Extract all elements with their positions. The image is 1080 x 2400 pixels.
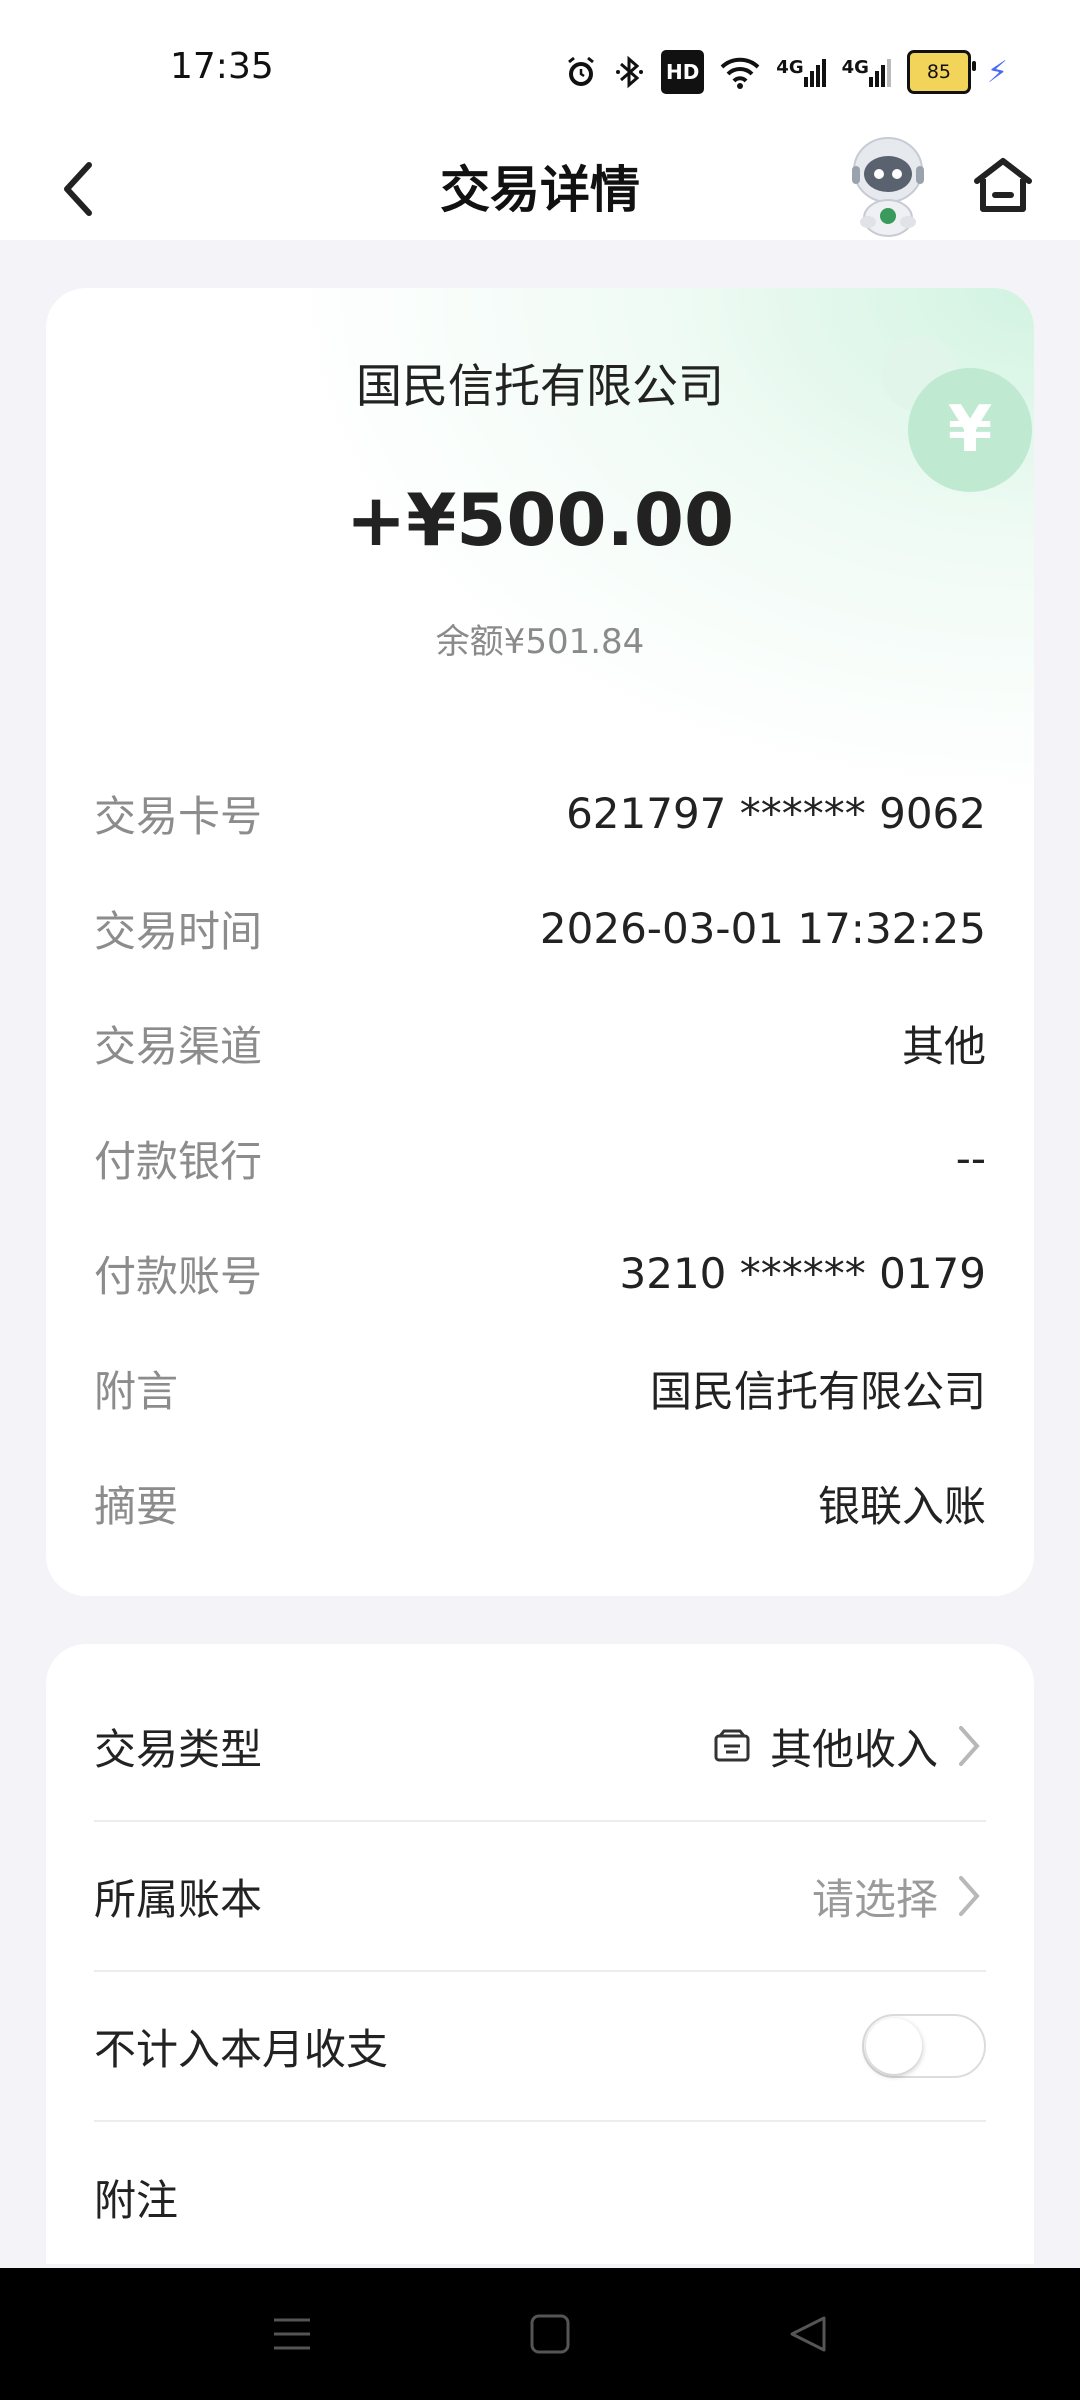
chevron-right-icon [956,1874,986,1918]
detail-row-time: 交易时间 2026-03-01 17:32:25 [94,871,986,986]
bluetooth-icon [615,50,645,94]
status-time: 17:35 [170,46,274,87]
wifi-icon [720,50,760,94]
system-nav-bar [0,2268,1080,2400]
detail-label: 交易卡号 [94,792,263,841]
status-bar: 17:35 HD 4G 4G 85 ⚡ [0,0,1080,140]
home-nav-button[interactable] [520,2304,580,2364]
detail-label: 交易渠道 [94,1022,263,1071]
signal-4g-icon-2: 4G [842,50,891,94]
home-icon [974,158,1032,212]
detail-row-summary: 摘要 银联入账 [94,1446,986,1561]
account-book-label: 所属账本 [94,1874,263,1924]
detail-value: 621797 ****** 9062 [566,789,986,838]
transaction-type-row[interactable]: 交易类型 其他收入 [94,1672,986,1822]
detail-row-payer-account: 付款账号 3210 ****** 0179 [94,1216,986,1331]
signal-4g-icon-1: 4G [776,50,826,94]
battery-icon: 85 [906,50,976,94]
menu-icon [274,2318,310,2350]
balance-text: 余额¥501.84 [435,622,645,662]
detail-value: 银联入账 [817,1482,986,1531]
detail-value: 国民信托有限公司 [649,1367,986,1416]
detail-label: 摘要 [94,1482,179,1531]
detail-value: 其他 [901,1022,986,1071]
hd-voice-icon: HD [660,50,705,94]
payer-name: 国民信托有限公司 [356,359,724,413]
back-nav-button[interactable] [778,2304,838,2364]
detail-row-postscript: 附言 国民信托有限公司 [94,1331,986,1446]
triangle-back-icon [790,2316,826,2352]
account-book-row[interactable]: 所属账本 请选择 [94,1822,986,1972]
charging-icon: ⚡ [986,54,1008,90]
transaction-summary-card: ¥ 国民信托有限公司 +¥500.00 余额¥501.84 交易卡号 62179… [46,288,1034,1596]
square-icon [530,2314,570,2354]
category-icon [714,1729,750,1762]
home-button[interactable] [968,150,1038,220]
detail-label: 付款账号 [94,1252,263,1301]
exclude-monthly-toggle[interactable] [862,2014,986,2078]
chevron-right-icon [956,1724,986,1768]
detail-row-payer-bank: 付款银行 -- [94,1101,986,1216]
detail-label: 交易时间 [94,907,263,956]
detail-list: 交易卡号 621797 ****** 9062 交易时间 2026-03-01 … [94,756,986,1561]
detail-label: 付款银行 [94,1137,263,1186]
transaction-amount: +¥500.00 [345,478,735,562]
detail-row-card-number: 交易卡号 621797 ****** 9062 [94,756,986,871]
status-icons: HD 4G 4G 85 ⚡ [563,50,1008,94]
exclude-monthly-label: 不计入本月收支 [94,2024,389,2074]
robot-assistant-icon[interactable] [838,130,938,240]
exclude-monthly-row: 不计入本月收支 [94,1972,986,2122]
detail-row-channel: 交易渠道 其他 [94,986,986,1101]
alarm-icon [563,50,599,94]
detail-value: 2026-03-01 17:32:25 [539,904,986,953]
toggle-knob [866,2018,922,2074]
detail-value: -- [955,1134,986,1183]
app-header: 交易详情 [0,137,1080,240]
note-row[interactable]: 附注 [94,2122,986,2264]
note-label: 附注 [94,2175,179,2225]
detail-label: 附言 [94,1367,179,1416]
account-book-placeholder: 请选择 [811,1874,938,1924]
transaction-options-card: 交易类型 其他收入 所属账本 请选择 不计入本月收支 附注 [46,1644,1034,2264]
transaction-type-label: 交易类型 [94,1724,263,1774]
transaction-type-value: 其他收入 [769,1724,938,1774]
detail-value: 3210 ****** 0179 [619,1249,986,1298]
menu-nav-button[interactable] [262,2304,322,2364]
